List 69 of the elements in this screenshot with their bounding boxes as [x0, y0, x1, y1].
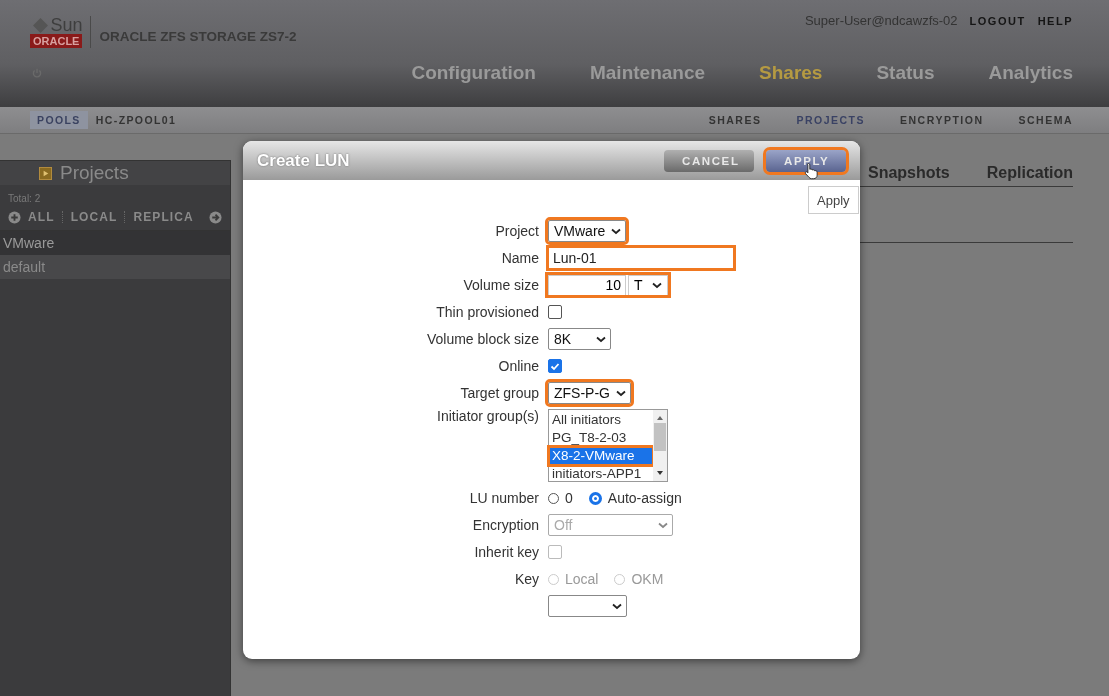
power-icon [31, 67, 43, 79]
chevron-down-icon [616, 389, 626, 397]
scroll-down-icon [656, 470, 664, 476]
project-item[interactable]: default [0, 255, 230, 279]
add-icon [8, 210, 21, 224]
dropdown[interactable]: ZFS-P-G [548, 382, 631, 404]
content-tab[interactable]: Snapshots [867, 164, 950, 182]
field-label: Key [514, 571, 539, 587]
filter-link[interactable]: ALL [28, 210, 55, 224]
list-option[interactable]: initiators-APP1 [549, 465, 653, 483]
list-option[interactable]: X8-2-VMware [549, 447, 653, 465]
field-label: Initiator group(s) [437, 408, 539, 424]
field-label: Encryption [472, 517, 539, 533]
logo-badge: ORACLE [30, 34, 83, 48]
field-label: Volume block size [426, 331, 539, 347]
nav-tab[interactable]: Analytics [988, 62, 1073, 84]
filter-link[interactable]: LOCAL [70, 210, 118, 224]
filter-link[interactable]: REPLICA [133, 210, 194, 224]
chevron-down-icon [611, 227, 622, 235]
field-label: LU number [469, 490, 539, 506]
field-label: Inherit key [474, 544, 539, 560]
chevron-down-icon [612, 602, 622, 610]
radio-label: OKM [631, 571, 664, 587]
content-tab[interactable]: Replication [986, 164, 1073, 182]
subnav-tab[interactable]: SHARES [708, 114, 762, 126]
scrollbar-thumb[interactable] [654, 422, 666, 451]
field-label: Name [501, 250, 539, 266]
field-label: Thin provisioned [436, 304, 539, 320]
dropdown[interactable] [548, 595, 627, 617]
dropdown: Off [548, 514, 673, 536]
radio-button[interactable] [548, 492, 559, 504]
header-link[interactable]: HELP [1037, 14, 1073, 27]
nav-tab[interactable]: Status [876, 62, 935, 84]
subnav-tab[interactable]: SCHEMA [1018, 114, 1073, 126]
radio-label: Local [565, 571, 599, 587]
user-name: Super-User@ndcawzfs-02 [804, 13, 958, 28]
tooltip: Apply [808, 186, 859, 214]
subnav-tab[interactable]: ENCRYPTION [900, 114, 984, 126]
play-icon [39, 166, 52, 180]
chevron-down-icon [651, 281, 662, 289]
field-label: Project [495, 223, 539, 239]
dropdown[interactable]: 8K [548, 328, 611, 350]
nav-tab[interactable]: Shares [759, 62, 823, 84]
arrow-right-icon [209, 210, 222, 224]
header-link[interactable]: LOGOUT [969, 14, 1026, 27]
field-label: Target group [460, 385, 539, 401]
list-option[interactable]: All initiators [549, 411, 653, 429]
initiator-list[interactable]: All initiators PG_T8-2-03 X8-2-VMware initiators-APP1 [548, 409, 668, 482]
sidebar-title: Projects [60, 162, 129, 184]
nav-tab[interactable]: Maintenance [589, 62, 706, 84]
chevron-down-icon [658, 521, 668, 529]
checkbox[interactable] [548, 359, 562, 373]
field-label: Volume size [463, 277, 539, 293]
radio-button[interactable] [588, 491, 602, 505]
pool-name: HC-ZPOOL01 [95, 114, 177, 126]
subnav-tab[interactable]: PROJECTS [796, 114, 866, 126]
name-field[interactable]: Lun-01 [548, 247, 734, 269]
dialog-title: Create LUN [257, 150, 350, 171]
checkbox[interactable] [548, 305, 562, 319]
pools-button[interactable]: POOLS [30, 111, 88, 129]
nav-tab[interactable]: Configuration [411, 62, 536, 84]
dropdown[interactable]: VMware [548, 220, 627, 242]
radio-label: Auto-assign [607, 490, 682, 506]
list-option[interactable]: PG_T8-2-03 [549, 429, 653, 447]
radio-label: 0 [565, 490, 573, 506]
project-item[interactable]: VMware [0, 231, 230, 255]
cancel-button[interactable]: CANCEL [664, 149, 754, 172]
field-label: Online [498, 358, 539, 374]
chevron-down-icon [596, 335, 606, 343]
